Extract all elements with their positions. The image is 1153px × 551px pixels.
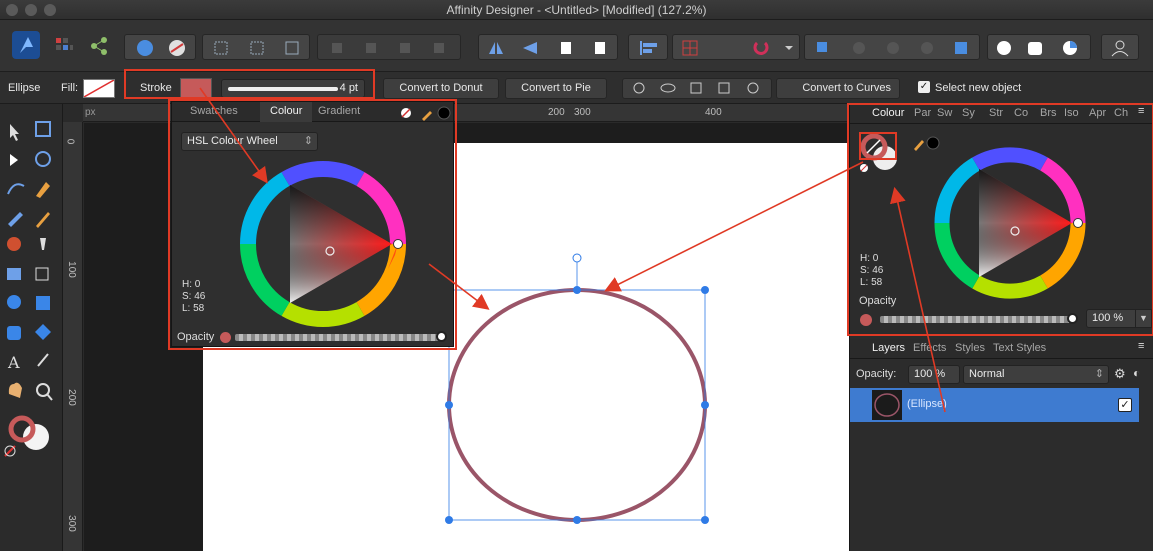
stroke-highlight-box	[124, 69, 375, 99]
ruler-tick: 200	[65, 389, 77, 406]
convert-to-curves-button[interactable]: Convert to Curves	[776, 78, 900, 99]
tab-layers[interactable]: Layers	[872, 342, 905, 354]
layer-name: (Ellipse)	[907, 398, 947, 410]
tab-text-styles[interactable]: Text Styles	[993, 342, 1046, 354]
layer-thumbnail	[872, 390, 902, 420]
fill-swatch[interactable]	[83, 79, 115, 98]
convert-to-pie-button[interactable]: Convert to Pie	[505, 78, 607, 99]
layers-menu-icon[interactable]: ≡	[1138, 340, 1144, 352]
colour-popup-highlight-box	[168, 99, 457, 350]
ruler-tick: 400	[705, 107, 722, 118]
user-account-button[interactable]	[1101, 34, 1139, 60]
document-buttons-group	[124, 34, 196, 60]
tools-panel: A	[0, 104, 63, 551]
boolean-operation-buttons[interactable]	[804, 34, 980, 60]
layer-row[interactable]: (Ellipse) ✓	[850, 388, 1139, 422]
svg-text:A: A	[7, 353, 20, 372]
blend-mode-value: Normal	[969, 368, 1005, 380]
convert-to-curves-label: Convert to Curves	[802, 82, 891, 94]
tab-effects[interactable]: Effects	[913, 342, 946, 354]
layer-visibility-toggle-icon[interactable]: ◐	[1133, 366, 1140, 380]
ruler-tick: 100	[65, 261, 77, 278]
window-title: Affinity Designer - <Untitled> [Modified…	[446, 3, 707, 17]
arrange-order-buttons[interactable]	[317, 34, 461, 60]
fill-label: Fill:	[61, 82, 79, 94]
pixel-persona-icon[interactable]	[53, 35, 75, 57]
main-toolbar	[0, 20, 1153, 72]
tool-icons[interactable]: A	[0, 104, 63, 551]
transform-origin-buttons[interactable]	[622, 78, 772, 99]
layer-opacity-label: Opacity:	[856, 368, 897, 380]
vertical-ruler[interactable]: 0 100 200 300	[63, 122, 83, 551]
snapping-options-buttons[interactable]	[672, 34, 800, 60]
alignment-button[interactable]	[628, 34, 668, 60]
ruler-tick: 0	[64, 138, 76, 145]
export-persona-icon[interactable]	[88, 35, 110, 57]
layer-opacity-value: 100 %	[914, 368, 946, 380]
layer-opacity-field[interactable]: 100 %	[908, 365, 960, 384]
ruler-tick: 300	[65, 515, 77, 532]
selected-ellipse[interactable]	[440, 250, 720, 530]
ruler-unit-label: px	[85, 107, 96, 118]
snapping-mode-buttons[interactable]	[202, 34, 310, 60]
layer-settings-gear-icon[interactable]: ⚙	[1114, 366, 1126, 382]
convert-to-donut-button[interactable]: Convert to Donut	[383, 78, 499, 99]
select-new-object-checkbox[interactable]: ✓	[918, 81, 930, 93]
blend-mode-select[interactable]: Normal ⇕	[963, 365, 1109, 384]
geometry-buttons[interactable]	[987, 34, 1091, 60]
layer-visible-checkbox[interactable]: ✓	[1118, 398, 1132, 412]
title-bar: Affinity Designer - <Untitled> [Modified…	[0, 0, 1153, 20]
tab-styles[interactable]: Styles	[955, 342, 985, 354]
designer-persona-icon[interactable]	[12, 31, 40, 59]
ruler-tick: 200	[548, 107, 565, 118]
flip-rotate-buttons[interactable]	[478, 34, 618, 60]
select-new-object-label: Select new object	[935, 82, 1022, 94]
studio-colour-highlight-box	[847, 103, 1153, 336]
right-studio-panels: Colour Par Sw Sy Str Co Brs Iso Apr Ch ≡	[847, 103, 1153, 551]
tool-name-label: Ellipse	[8, 82, 41, 94]
ruler-tick: 300	[574, 107, 591, 118]
layers-tabs: Layers Effects Styles Text Styles ≡	[850, 339, 1153, 359]
